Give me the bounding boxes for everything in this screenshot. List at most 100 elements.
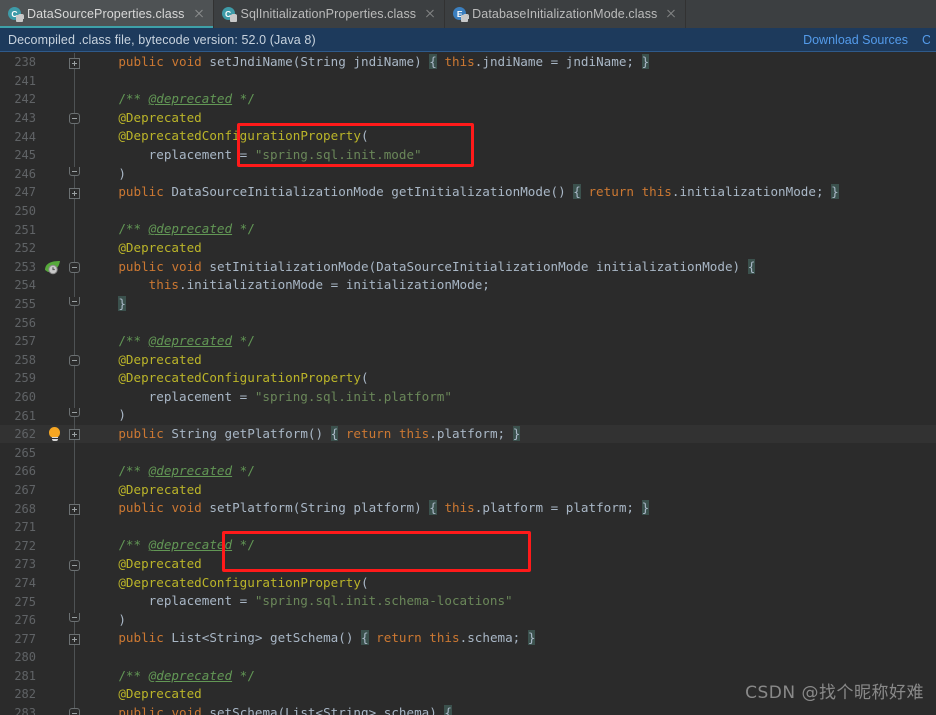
fold-column[interactable]	[66, 53, 84, 72]
code-line[interactable]: 247 public DataSourceInitializationMode …	[0, 183, 936, 202]
fold-column[interactable]	[66, 424, 84, 444]
fold-column[interactable]	[66, 127, 84, 146]
gutter-icon-area[interactable]	[38, 499, 66, 518]
gutter-icon-area[interactable]	[38, 704, 66, 715]
fold-marker-end[interactable]	[69, 408, 80, 418]
editor-tab-2[interactable]: E DatabaseInitializationMode.class	[445, 0, 687, 28]
fold-column[interactable]	[66, 685, 84, 704]
code-line[interactable]: 254 this.initializationMode = initializa…	[0, 276, 936, 295]
gutter-icon-area[interactable]	[38, 592, 66, 611]
code-line[interactable]: 256	[0, 313, 936, 332]
fold-column[interactable]	[66, 480, 84, 500]
gutter-icon-area[interactable]	[38, 258, 66, 277]
gutter-icon-area[interactable]	[38, 183, 66, 202]
gutter-icon-area[interactable]	[38, 462, 66, 481]
code-line[interactable]: 244 @DeprecatedConfigurationProperty(	[0, 127, 936, 146]
gutter-icon-area[interactable]	[38, 611, 66, 630]
close-icon[interactable]	[424, 8, 436, 20]
fold-marker-plus[interactable]	[69, 503, 80, 515]
gutter-icon-area[interactable]	[38, 165, 66, 184]
fold-column[interactable]	[66, 703, 84, 715]
gutter-icon-area[interactable]	[38, 518, 66, 537]
code-line[interactable]: 262 public String getPlatform() { return…	[0, 424, 936, 444]
gutter-icon-area[interactable]	[38, 369, 66, 388]
fold-marker-plus[interactable]	[69, 187, 80, 199]
code-line[interactable]: 276 )	[0, 610, 936, 630]
close-icon[interactable]	[665, 8, 677, 20]
code-line[interactable]: 266 /** @deprecated */	[0, 462, 936, 481]
gutter-icon-area[interactable]	[38, 481, 66, 500]
fold-column[interactable]	[66, 462, 84, 481]
gutter-icon-area[interactable]	[38, 127, 66, 146]
gutter-icon-area[interactable]	[38, 276, 66, 295]
code-line[interactable]: 238 public void setJndiName(String jndiN…	[0, 53, 936, 72]
code-line[interactable]: 255 }	[0, 294, 936, 314]
fold-column[interactable]	[66, 220, 84, 239]
code-line[interactable]: 246 )	[0, 164, 936, 184]
gutter-icon-area[interactable]	[38, 72, 66, 91]
fold-column[interactable]	[66, 555, 84, 574]
code-line[interactable]: 283 public void setSchema(List<String> s…	[0, 703, 936, 715]
spring-leaf-icon[interactable]	[43, 260, 62, 275]
code-line[interactable]: 252 @Deprecated	[0, 238, 936, 258]
code-line[interactable]: 258 @Deprecated	[0, 350, 936, 370]
gutter-icon-area[interactable]	[38, 685, 66, 704]
code-editor[interactable]: 238 public void setJndiName(String jndiN…	[0, 53, 936, 715]
gutter-icon-area[interactable]	[38, 239, 66, 258]
fold-column[interactable]	[66, 629, 84, 648]
editor-tab-0[interactable]: C DataSourceProperties.class	[0, 0, 214, 28]
code-line[interactable]: 265	[0, 443, 936, 463]
gutter-icon-area[interactable]	[38, 425, 66, 444]
download-sources-link[interactable]: Download Sources	[803, 33, 908, 47]
fold-marker-plus[interactable]	[69, 429, 80, 441]
code-line[interactable]: 267 @Deprecated	[0, 480, 936, 500]
fold-marker-end[interactable]	[69, 612, 80, 622]
code-line[interactable]: 253 public void setInitializationMode(Da…	[0, 257, 936, 277]
fold-column[interactable]	[66, 145, 84, 165]
gutter-icon-area[interactable]	[38, 667, 66, 686]
fold-column[interactable]	[66, 666, 84, 686]
fold-column[interactable]	[66, 387, 84, 407]
fold-marker-start[interactable]	[69, 113, 80, 125]
fold-column[interactable]	[66, 201, 84, 221]
fold-column[interactable]	[66, 350, 84, 370]
gutter-icon-area[interactable]	[38, 53, 66, 72]
fold-column[interactable]	[66, 257, 84, 277]
fold-column[interactable]	[66, 276, 84, 295]
fold-marker-start[interactable]	[69, 355, 80, 366]
fold-column[interactable]	[66, 331, 84, 351]
code-line[interactable]: 268 public void setPlatform(String platf…	[0, 499, 936, 518]
gutter-icon-area[interactable]	[38, 574, 66, 593]
fold-column[interactable]	[66, 610, 84, 630]
fold-column[interactable]	[66, 183, 84, 202]
fold-column[interactable]	[66, 573, 84, 593]
choose-sources-link[interactable]: C	[922, 33, 930, 47]
code-line[interactable]: 243 @Deprecated	[0, 108, 936, 128]
fold-marker-plus[interactable]	[69, 633, 80, 645]
fold-column[interactable]	[66, 164, 84, 184]
fold-column[interactable]	[66, 536, 84, 556]
lightbulb-icon[interactable]	[48, 426, 61, 442]
fold-marker-end[interactable]	[69, 166, 80, 176]
fold-column[interactable]	[66, 238, 84, 258]
gutter-icon-area[interactable]	[38, 332, 66, 351]
fold-column[interactable]	[66, 443, 84, 463]
fold-marker-end[interactable]	[69, 296, 80, 306]
code-line[interactable]: 272 /** @deprecated */	[0, 536, 936, 556]
fold-column[interactable]	[66, 406, 84, 425]
fold-column[interactable]	[66, 71, 84, 91]
code-line[interactable]: 261 )	[0, 406, 936, 425]
code-line[interactable]: 274 @DeprecatedConfigurationProperty(	[0, 573, 936, 593]
fold-column[interactable]	[66, 369, 84, 388]
gutter-icon-area[interactable]	[38, 351, 66, 370]
code-line[interactable]: 277 public List<String> getSchema() { re…	[0, 629, 936, 648]
code-line[interactable]: 241	[0, 71, 936, 91]
gutter-icon-area[interactable]	[38, 536, 66, 555]
code-line[interactable]: 257 /** @deprecated */	[0, 331, 936, 351]
code-line[interactable]: 250	[0, 201, 936, 221]
fold-marker-start[interactable]	[69, 708, 80, 715]
fold-column[interactable]	[66, 313, 84, 332]
gutter-icon-area[interactable]	[38, 313, 66, 332]
code-line[interactable]: 242 /** @deprecated */	[0, 90, 936, 109]
gutter-icon-area[interactable]	[38, 443, 66, 462]
